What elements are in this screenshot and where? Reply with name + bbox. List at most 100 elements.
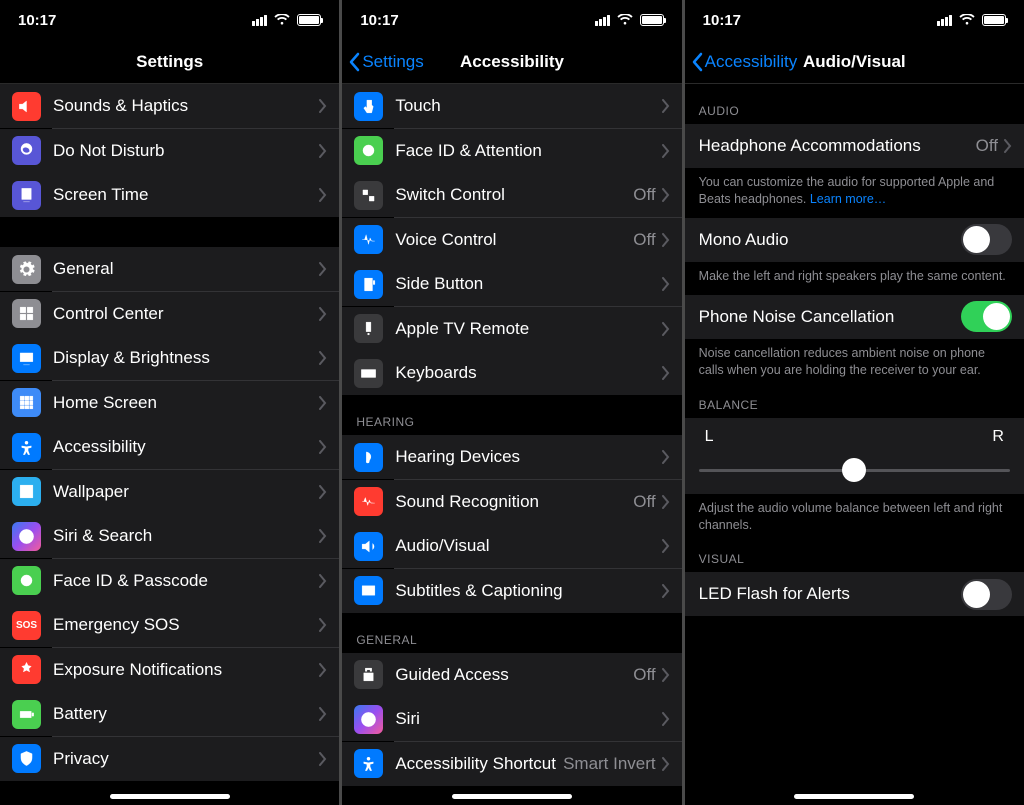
list-item[interactable]: Hearing Devices xyxy=(342,435,681,479)
list-item[interactable]: Siri xyxy=(342,697,681,741)
noise-cancellation-row[interactable]: Phone Noise Cancellation xyxy=(685,295,1024,339)
noise-cancellation-toggle[interactable] xyxy=(961,301,1012,332)
chevron-right-icon xyxy=(319,99,327,113)
mono-audio-toggle[interactable] xyxy=(961,224,1012,255)
chevron-right-icon xyxy=(319,574,327,588)
row-label: Mono Audio xyxy=(699,230,961,250)
chevron-right-icon xyxy=(662,539,670,553)
list-item[interactable]: Accessibility xyxy=(0,425,339,469)
chevron-right-icon xyxy=(319,529,327,543)
back-button[interactable]: Settings xyxy=(348,52,423,72)
list-item[interactable]: Home Screen xyxy=(0,381,339,425)
list-item[interactable]: Subtitles & Captioning xyxy=(342,569,681,613)
row-label: Face ID & Passcode xyxy=(53,571,319,591)
chevron-right-icon xyxy=(319,396,327,410)
row-label: Side Button xyxy=(395,274,661,294)
row-label: Siri xyxy=(395,709,661,729)
row-label: Switch Control xyxy=(395,185,633,205)
status-icons xyxy=(937,14,1006,26)
chevron-right-icon xyxy=(662,757,670,771)
row-value: Off xyxy=(633,492,655,512)
accessibility-icon xyxy=(12,433,41,462)
list-item[interactable]: General xyxy=(0,247,339,291)
home-indicator[interactable] xyxy=(110,794,230,799)
list-item[interactable]: Wallpaper xyxy=(0,470,339,514)
list-item[interactable]: Face ID & Passcode xyxy=(0,559,339,603)
list-item[interactable]: Touch xyxy=(342,84,681,128)
list-item[interactable]: SOS Emergency SOS xyxy=(0,603,339,647)
list-item[interactable]: Sounds & Haptics xyxy=(0,84,339,128)
list-item[interactable]: Audio/Visual xyxy=(342,524,681,568)
page-title: Audio/Visual xyxy=(803,52,906,72)
battery-icon xyxy=(12,700,41,729)
accessibility-list[interactable]: Touch Face ID & Attention Switch Control… xyxy=(342,84,681,805)
list-item[interactable]: Privacy xyxy=(0,737,339,781)
row-label: Display & Brightness xyxy=(53,348,319,368)
row-label: Accessibility xyxy=(53,437,319,457)
list-item[interactable]: Do Not Disturb xyxy=(0,129,339,173)
learn-more-link[interactable]: Learn more… xyxy=(810,192,886,206)
chevron-right-icon xyxy=(319,485,327,499)
siri-icon xyxy=(354,705,383,734)
audiovisual-list[interactable]: AUDIO Headphone Accommodations Off You c… xyxy=(685,84,1024,805)
chevron-right-icon xyxy=(662,668,670,682)
status-time: 10:17 xyxy=(360,12,398,29)
row-label: Do Not Disturb xyxy=(53,141,319,161)
list-item[interactable]: Side Button xyxy=(342,262,681,306)
shortcut-icon xyxy=(354,749,383,778)
list-item[interactable]: Accessibility Shortcut Smart Invert xyxy=(342,742,681,786)
row-value: Off xyxy=(633,665,655,685)
slider-thumb[interactable] xyxy=(842,458,866,482)
back-button[interactable]: Accessibility xyxy=(691,52,798,72)
row-label: Face ID & Attention xyxy=(395,141,661,161)
list-item[interactable]: Exposure Notifications xyxy=(0,648,339,692)
row-label: Keyboards xyxy=(395,363,661,383)
list-item[interactable]: Face ID & Attention xyxy=(342,129,681,173)
list-item[interactable]: Keyboards xyxy=(342,351,681,395)
chevron-right-icon xyxy=(662,712,670,726)
list-item[interactable]: Display & Brightness xyxy=(0,336,339,380)
list-item[interactable]: Sound Recognition Off xyxy=(342,480,681,524)
chevron-right-icon xyxy=(1004,139,1012,153)
siri-icon xyxy=(12,522,41,551)
chevron-right-icon xyxy=(662,99,670,113)
list-item[interactable]: Battery xyxy=(0,692,339,736)
wallpaper-icon xyxy=(12,477,41,506)
row-value: Off xyxy=(976,136,998,156)
row-label: Headphone Accommodations xyxy=(699,136,976,156)
switch-control-icon xyxy=(354,181,383,210)
mono-footer: Make the left and right speakers play th… xyxy=(685,262,1024,295)
chevron-right-icon xyxy=(319,188,327,202)
status-bar: 10:17 xyxy=(685,0,1024,40)
chevron-left-icon xyxy=(348,52,360,72)
list-item[interactable]: Guided Access Off xyxy=(342,653,681,697)
status-icons xyxy=(252,14,321,26)
headphone-accommodations-row[interactable]: Headphone Accommodations Off xyxy=(685,124,1024,168)
balance-footer: Adjust the audio volume balance between … xyxy=(685,494,1024,544)
status-time: 10:17 xyxy=(703,12,741,29)
home-indicator[interactable] xyxy=(452,794,572,799)
list-item[interactable]: Screen Time xyxy=(0,173,339,217)
chevron-right-icon xyxy=(319,262,327,276)
settings-list[interactable]: Sounds & Haptics Do Not Disturb Screen T… xyxy=(0,84,339,805)
chevron-right-icon xyxy=(319,351,327,365)
list-item[interactable]: Apple TV Remote xyxy=(342,307,681,351)
row-label: General xyxy=(53,259,319,279)
list-item[interactable]: Voice Control Off xyxy=(342,218,681,262)
list-item[interactable]: Siri & Search xyxy=(0,514,339,558)
visual-section-header: VISUAL xyxy=(685,544,1024,572)
general-icon xyxy=(12,255,41,284)
hearing-icon xyxy=(354,443,383,472)
balance-right-label: R xyxy=(992,428,1004,446)
mono-audio-row[interactable]: Mono Audio xyxy=(685,218,1024,262)
row-label: Guided Access xyxy=(395,665,633,685)
list-item[interactable]: Control Center xyxy=(0,292,339,336)
led-flash-toggle[interactable] xyxy=(961,579,1012,610)
dnd-icon xyxy=(12,136,41,165)
balance-slider[interactable] xyxy=(699,456,1010,484)
list-item[interactable]: Switch Control Off xyxy=(342,173,681,217)
row-label: Emergency SOS xyxy=(53,615,319,635)
led-flash-row[interactable]: LED Flash for Alerts xyxy=(685,572,1024,616)
row-label: Sounds & Haptics xyxy=(53,96,319,116)
home-indicator[interactable] xyxy=(794,794,914,799)
